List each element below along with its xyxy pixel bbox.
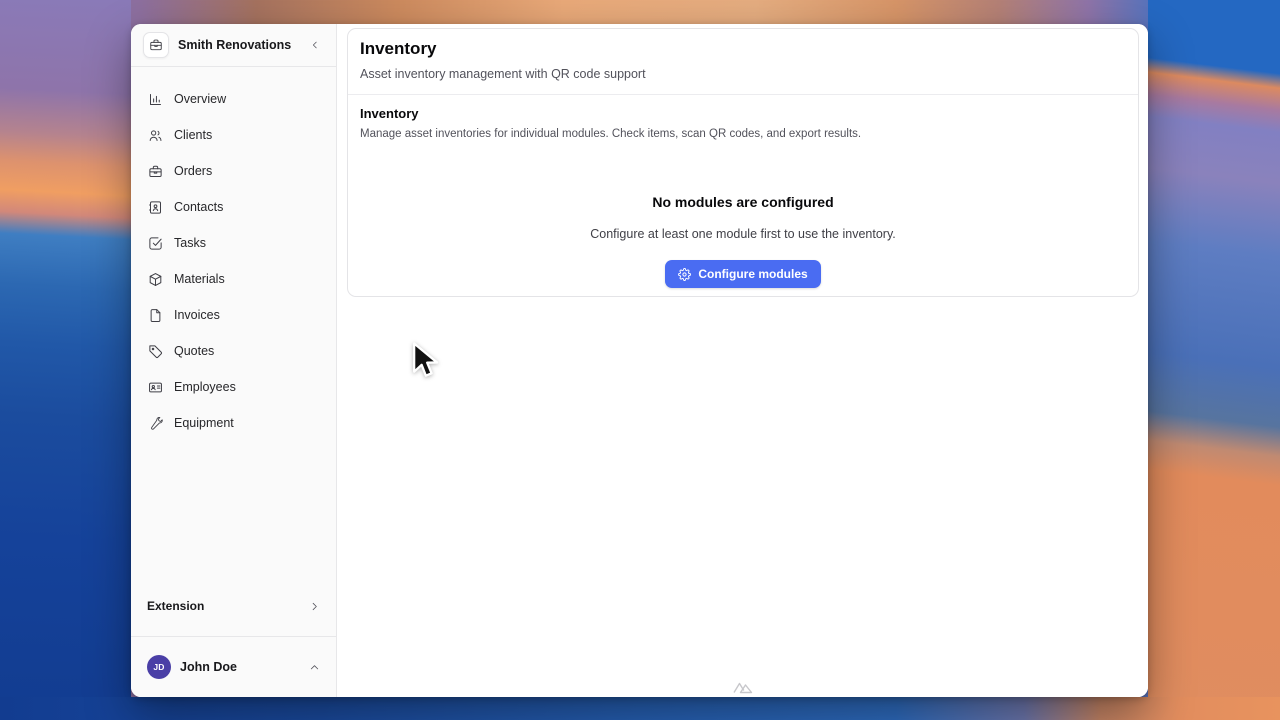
inventory-section: Inventory Manage asset inventories for i… (348, 95, 1138, 146)
sidebar-item-quotes[interactable]: Quotes (131, 333, 336, 369)
empty-state-message: Configure at least one module first to u… (348, 227, 1138, 241)
briefcase-icon (148, 164, 163, 179)
wrench-icon (148, 416, 163, 431)
sidebar-item-label: Materials (174, 272, 225, 286)
app-window: Smith Renovations Overview (131, 24, 1148, 697)
org-name: Smith Renovations (178, 38, 297, 52)
sidebar-item-equipment[interactable]: Equipment (131, 405, 336, 441)
file-icon (148, 308, 163, 323)
sidebar-spacer (131, 441, 336, 588)
avatar: JD (147, 655, 171, 679)
sidebar-collapse-button[interactable] (306, 36, 324, 54)
configure-modules-button[interactable]: Configure modules (665, 260, 820, 288)
chevron-up-icon (309, 662, 320, 673)
page-subtitle: Asset inventory management with QR code … (360, 67, 1126, 81)
contact-book-icon (148, 200, 163, 215)
briefcase-logo-icon (143, 32, 169, 58)
sidebar: Smith Renovations Overview (131, 24, 337, 697)
sidebar-item-label: Invoices (174, 308, 220, 322)
section-description: Manage asset inventories for individual … (360, 128, 1126, 140)
extension-label: Extension (147, 599, 204, 613)
desktop-wallpaper-bottom (0, 697, 1280, 720)
sidebar-nav: Overview Clients Orders (131, 67, 336, 441)
mountains-watermark-icon (732, 679, 754, 694)
sidebar-item-contacts[interactable]: Contacts (131, 189, 336, 225)
configure-modules-label: Configure modules (698, 267, 807, 281)
user-menu[interactable]: JD John Doe (131, 637, 336, 697)
sidebar-item-extension[interactable]: Extension (131, 588, 336, 624)
chevron-left-icon (310, 40, 320, 50)
inventory-card: Inventory Asset inventory management wit… (347, 28, 1139, 297)
desktop-wallpaper-right (1148, 0, 1280, 720)
sidebar-item-overview[interactable]: Overview (131, 81, 336, 117)
page-title: Inventory (360, 39, 1126, 59)
package-icon (148, 272, 163, 287)
empty-state-heading: No modules are configured (348, 194, 1138, 210)
page-header: Inventory Asset inventory management wit… (348, 29, 1138, 94)
users-icon (148, 128, 163, 143)
sidebar-item-label: Tasks (174, 236, 206, 250)
bar-chart-icon (148, 92, 163, 107)
sidebar-item-label: Employees (174, 380, 236, 394)
sidebar-item-tasks[interactable]: Tasks (131, 225, 336, 261)
sidebar-item-materials[interactable]: Materials (131, 261, 336, 297)
sidebar-item-label: Overview (174, 92, 226, 106)
sidebar-item-invoices[interactable]: Invoices (131, 297, 336, 333)
empty-state: No modules are configured Configure at l… (348, 146, 1138, 288)
main-content: Inventory Asset inventory management wit… (337, 24, 1148, 697)
sidebar-item-label: Quotes (174, 344, 214, 358)
desktop-wallpaper-left (0, 0, 131, 720)
sidebar-item-label: Contacts (174, 200, 223, 214)
sidebar-item-orders[interactable]: Orders (131, 153, 336, 189)
check-square-icon (148, 236, 163, 251)
sidebar-item-label: Equipment (174, 416, 234, 430)
user-name: John Doe (180, 660, 300, 674)
section-title: Inventory (360, 106, 1126, 121)
id-badge-icon (148, 380, 163, 395)
sidebar-item-clients[interactable]: Clients (131, 117, 336, 153)
sidebar-item-label: Clients (174, 128, 212, 142)
sidebar-item-label: Orders (174, 164, 212, 178)
sidebar-item-employees[interactable]: Employees (131, 369, 336, 405)
tag-icon (148, 344, 163, 359)
gear-icon (678, 268, 691, 281)
org-switcher[interactable]: Smith Renovations (131, 24, 336, 66)
chevron-right-icon (309, 601, 320, 612)
